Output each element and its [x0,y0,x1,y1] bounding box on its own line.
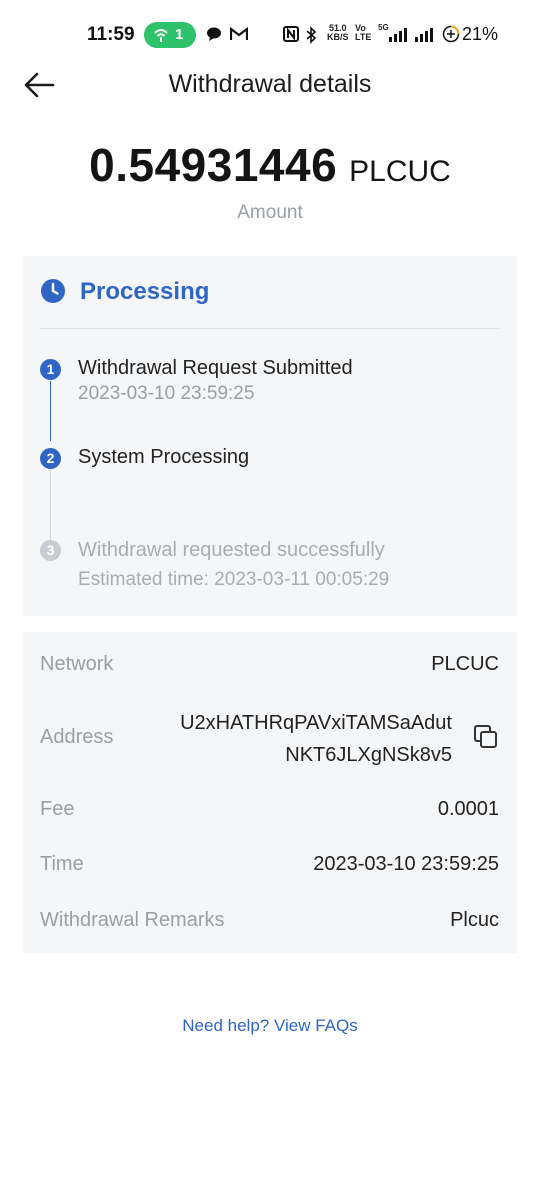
amount-unit: PLCUC [349,155,451,188]
time-value: 2023-03-10 23:59:25 [313,853,499,875]
chat-bubble-icon [207,27,221,41]
step-2-title: System Processing [78,446,250,468]
status-processing: Processing [80,278,210,305]
step-2-badge: 2 [40,448,61,469]
divider [40,328,500,329]
status-bar: 11:59 1 51.0 KB/S Vo LTE 5G 21% [0,0,540,70]
gmail-icon [230,26,248,40]
fee-label: Fee [40,798,75,820]
net-speed: 51.0 KB/S [327,24,349,42]
volte-bottom: LTE [355,32,372,42]
details-card: Network PLCUC Address U2xHATHRqPAVxiTAMS… [23,632,517,953]
network-label: Network [40,653,114,675]
signal-icon-2 [415,28,433,42]
step-connector-1 [50,381,51,441]
battery-percent: 21% [462,24,499,44]
step-1-badge: 1 [40,359,61,380]
step-3-badge: 3 [40,540,61,561]
step-1-time: 2023-03-10 23:59:25 [78,383,255,404]
hotspot-badge: 1 [144,22,196,48]
bluetooth-icon [306,26,317,44]
volte-indicator: Vo LTE [355,24,371,42]
hotspot-icon [154,29,168,42]
copy-icon[interactable] [473,724,499,750]
page-title: Withdrawal details [168,70,372,98]
fee-value: 0.0001 [437,798,499,820]
address-label: Address [40,726,114,748]
remarks-label: Withdrawal Remarks [40,909,225,931]
step-3-estimated-time: Estimated time: 2023-03-11 00:05:29 [78,569,390,590]
battery-saver-icon [442,25,460,43]
step-3-title: Withdrawal requested successfully [78,539,385,561]
step-1-title: Withdrawal Request Submitted [78,357,353,379]
amount-label: Amount [237,202,303,223]
hotspot-count: 1 [175,26,184,43]
amount-display: 0.54931446 PLCUC [0,138,540,192]
clock-icon [41,279,65,303]
address-value: U2xHATHRqPAVxiTAMSaAdut NKT6JLXgNSk8v5 [180,707,452,771]
network-value: PLCUC [431,653,499,675]
step-connector-2 [50,470,51,542]
amount-value: 0.54931446 [89,139,338,191]
address-line-1: U2xHATHRqPAVxiTAMSaAdut [180,712,452,734]
remarks-value: Plcuc [450,909,499,931]
progress-card: Processing 1 Withdrawal Request Submitte… [23,256,517,616]
signal-icon-1 [389,28,407,42]
address-line-2: NKT6JLXgNSk8v5 [285,744,452,766]
nfc-icon [283,26,299,42]
status-time: 11:59 [87,24,135,45]
net-speed-unit: KB/S [327,32,349,42]
time-label: Time [40,853,84,875]
faq-link[interactable]: Need help? View FAQs [0,1016,540,1036]
